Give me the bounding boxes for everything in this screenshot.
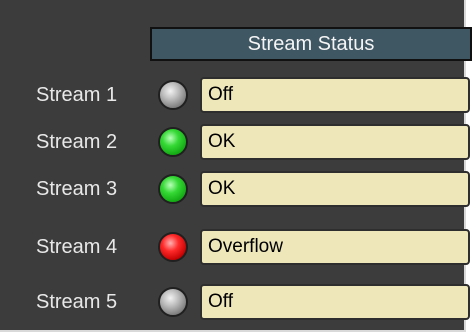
stream-status-field-2: OK (200, 124, 470, 160)
stream-label-2: Stream 2 (36, 131, 118, 153)
stream-status-value-4: Overflow (208, 236, 283, 257)
status-led-icon (158, 127, 188, 157)
stream-status-value-2: OK (208, 131, 236, 152)
status-led-icon (158, 232, 188, 262)
stream-row-1: Stream 1 Off (0, 74, 470, 116)
stream-status-field-4: Overflow (200, 229, 470, 265)
status-led-icon (158, 287, 188, 317)
stream-status-panel: Stream Status Stream 1 Off Stream 2 OK S… (0, 0, 472, 332)
stream-status-field-3: OK (200, 171, 470, 207)
stream-status-value-3: OK (208, 178, 236, 199)
stream-row-3: Stream 3 OK (0, 168, 470, 210)
stream-label-4: Stream 4 (36, 236, 118, 258)
stream-status-title: Stream Status (247, 32, 375, 55)
stream-row-2: Stream 2 OK (0, 121, 470, 163)
stream-row-4: Stream 4 Overflow (0, 226, 470, 268)
stream-status-field-5: Off (200, 284, 470, 320)
stream-status-value-1: Off (208, 84, 233, 105)
stream-status-header: Stream Status (150, 27, 472, 61)
stream-status-field-1: Off (200, 77, 470, 113)
stream-label-5: Stream 5 (36, 291, 118, 313)
stream-label-1: Stream 1 (36, 84, 118, 106)
stream-row-5: Stream 5 Off (0, 281, 470, 323)
stream-status-value-5: Off (208, 291, 233, 312)
status-led-icon (158, 174, 188, 204)
stream-label-3: Stream 3 (36, 178, 118, 200)
status-led-icon (158, 80, 188, 110)
